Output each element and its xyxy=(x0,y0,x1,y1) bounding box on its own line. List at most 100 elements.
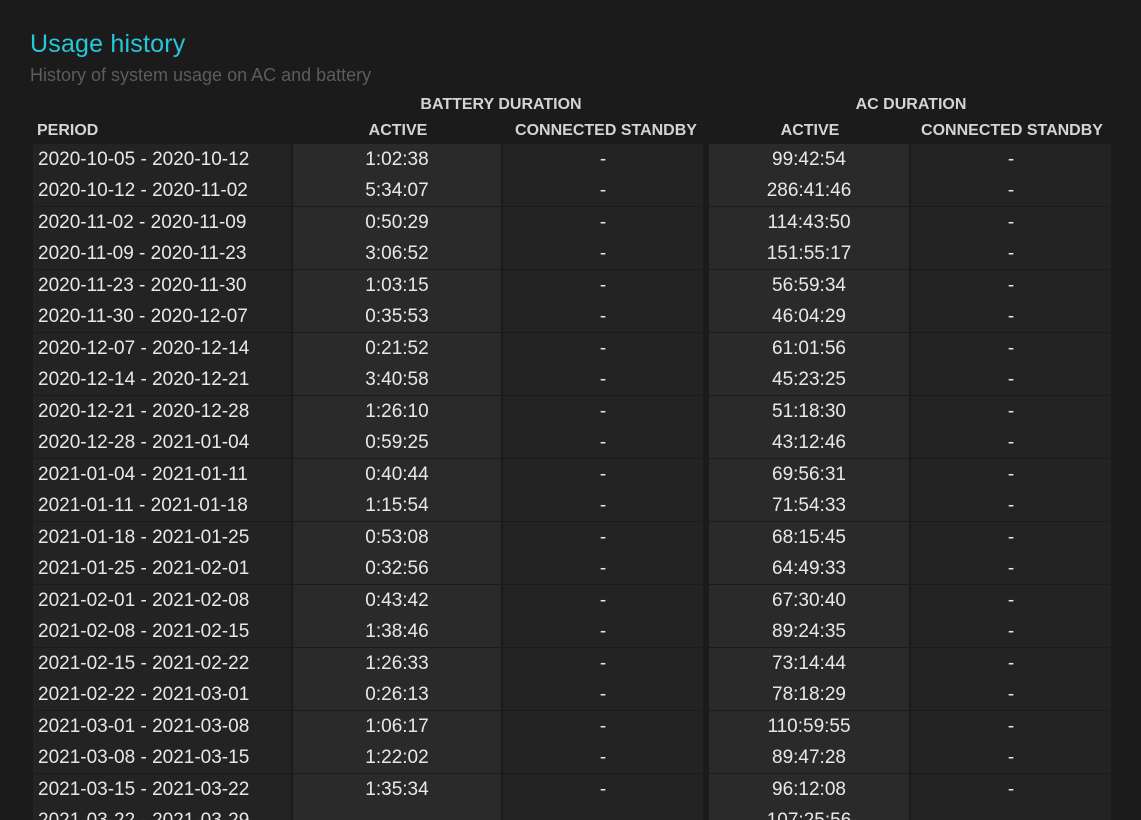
table-row: 2021-01-04 - 2021-01-11 0:40:44-69:56:31- xyxy=(33,459,1113,491)
cell-battery-active xyxy=(293,805,503,820)
column-header-battery-connected-standby: CONNECTED STANDBY xyxy=(515,122,697,139)
cell-battery-connected-standby: - xyxy=(503,679,709,711)
cell-battery-active: 0:50:29 xyxy=(293,207,503,239)
cell-period: 2021-02-15 - 2021-02-22 xyxy=(33,648,293,680)
cell-battery-active: 1:26:33 xyxy=(293,648,503,680)
cell-ac-connected-standby: - xyxy=(911,144,1113,176)
cell-ac-connected-standby: - xyxy=(911,270,1113,302)
table-row: 2021-02-15 - 2021-02-22 1:26:33-73:14:44- xyxy=(33,648,1113,680)
table-row: 2020-10-05 - 2020-10-12 1:02:38-99:42:54- xyxy=(33,144,1113,176)
cell-period: 2020-10-12 - 2020-11-02 xyxy=(33,175,293,207)
cell-ac-connected-standby: - xyxy=(911,742,1113,774)
cell-ac-connected-standby: - xyxy=(911,774,1113,806)
column-header-period: PERIOD xyxy=(37,122,99,139)
cell-ac-active: 71:54:33 xyxy=(709,490,911,522)
table-row: 2020-11-30 - 2020-12-07 0:35:53-46:04:29- xyxy=(33,301,1113,333)
cell-period: 2020-11-30 - 2020-12-07 xyxy=(33,301,293,333)
cell-battery-active: 1:02:38 xyxy=(293,144,503,176)
cell-battery-connected-standby: - xyxy=(503,427,709,459)
cell-ac-connected-standby: - xyxy=(911,679,1113,711)
cell-ac-connected-standby: - xyxy=(911,427,1113,459)
cell-period: 2021-02-08 - 2021-02-15 xyxy=(33,616,293,648)
cell-battery-connected-standby: - xyxy=(503,742,709,774)
cell-battery-connected-standby: - xyxy=(503,774,709,806)
table-row: 2020-12-21 - 2020-12-28 1:26:10-51:18:30- xyxy=(33,396,1113,428)
cell-ac-active: 68:15:45 xyxy=(709,522,911,554)
cell-ac-connected-standby: - xyxy=(911,364,1113,396)
cell-period: 2021-03-08 - 2021-03-15 xyxy=(33,742,293,774)
cell-ac-connected-standby: - xyxy=(911,333,1113,365)
cell-ac-active: 78:18:29 xyxy=(709,679,911,711)
cell-battery-connected-standby: - xyxy=(503,270,709,302)
cell-period: 2021-02-01 - 2021-02-08 xyxy=(33,585,293,617)
table-row: 2021-03-22 - 2021-03-29 107:25:56 xyxy=(33,805,1113,820)
cell-battery-active: 3:40:58 xyxy=(293,364,503,396)
cell-ac-connected-standby: - xyxy=(911,207,1113,239)
table-row: 2020-12-14 - 2020-12-21 3:40:58-45:23:25- xyxy=(33,364,1113,396)
cell-battery-connected-standby: - xyxy=(503,175,709,207)
cell-ac-active: 51:18:30 xyxy=(709,396,911,428)
cell-ac-connected-standby: - xyxy=(911,648,1113,680)
cell-ac-active: 56:59:34 xyxy=(709,270,911,302)
cell-period: 2021-01-18 - 2021-01-25 xyxy=(33,522,293,554)
cell-period: 2021-01-25 - 2021-02-01 xyxy=(33,553,293,585)
cell-battery-connected-standby: - xyxy=(503,459,709,491)
cell-battery-connected-standby xyxy=(503,805,709,820)
cell-period: 2020-11-02 - 2020-11-09 xyxy=(33,207,293,239)
table-row: 2020-12-28 - 2021-01-04 0:59:25-43:12:46- xyxy=(33,427,1113,459)
cell-ac-active: 99:42:54 xyxy=(709,144,911,176)
cell-ac-connected-standby: - xyxy=(911,396,1113,428)
group-header-empty xyxy=(33,92,293,118)
cell-battery-active: 3:06:52 xyxy=(293,238,503,270)
cell-ac-active: 43:12:46 xyxy=(709,427,911,459)
cell-period: 2020-10-05 - 2020-10-12 xyxy=(33,144,293,176)
cell-battery-active: 0:43:42 xyxy=(293,585,503,617)
cell-ac-connected-standby: - xyxy=(911,616,1113,648)
cell-period: 2021-01-04 - 2021-01-11 xyxy=(33,459,293,491)
cell-battery-active: 1:15:54 xyxy=(293,490,503,522)
table-row: 2021-01-25 - 2021-02-01 0:32:56-64:49:33- xyxy=(33,553,1113,585)
table-row: 2021-02-01 - 2021-02-08 0:43:42-67:30:40- xyxy=(33,585,1113,617)
cell-period: 2021-03-22 - 2021-03-29 xyxy=(33,805,293,820)
cell-battery-connected-standby: - xyxy=(503,648,709,680)
cell-battery-connected-standby: - xyxy=(503,207,709,239)
table-row: 2021-03-01 - 2021-03-08 1:06:17-110:59:55… xyxy=(33,711,1113,743)
cell-ac-active: 64:49:33 xyxy=(709,553,911,585)
table-row: 2021-02-22 - 2021-03-01 0:26:13-78:18:29- xyxy=(33,679,1113,711)
cell-battery-connected-standby: - xyxy=(503,490,709,522)
cell-battery-connected-standby: - xyxy=(503,238,709,270)
cell-ac-connected-standby: - xyxy=(911,238,1113,270)
cell-ac-active: 110:59:55 xyxy=(709,711,911,743)
cell-battery-active: 1:06:17 xyxy=(293,711,503,743)
cell-battery-connected-standby: - xyxy=(503,364,709,396)
table-row: 2021-02-08 - 2021-02-15 1:38:46-89:24:35- xyxy=(33,616,1113,648)
cell-battery-active: 5:34:07 xyxy=(293,175,503,207)
cell-battery-connected-standby: - xyxy=(503,711,709,743)
cell-period: 2021-03-15 - 2021-03-22 xyxy=(33,774,293,806)
cell-battery-active: 0:40:44 xyxy=(293,459,503,491)
table-row: 2020-11-02 - 2020-11-09 0:50:29-114:43:50… xyxy=(33,207,1113,239)
group-header-battery-duration: BATTERY DURATION xyxy=(420,96,582,113)
cell-battery-connected-standby: - xyxy=(503,333,709,365)
cell-battery-active: 0:35:53 xyxy=(293,301,503,333)
cell-ac-connected-standby: - xyxy=(911,522,1113,554)
cell-ac-active: 286:41:46 xyxy=(709,175,911,207)
table-row: 2020-11-09 - 2020-11-23 3:06:52-151:55:17… xyxy=(33,238,1113,270)
cell-ac-connected-standby xyxy=(911,805,1113,820)
cell-battery-connected-standby: - xyxy=(503,585,709,617)
cell-ac-connected-standby: - xyxy=(911,711,1113,743)
column-header-battery-active: ACTIVE xyxy=(368,122,428,139)
cell-battery-active: 0:21:52 xyxy=(293,333,503,365)
cell-ac-connected-standby: - xyxy=(911,175,1113,207)
cell-period: 2021-03-01 - 2021-03-08 xyxy=(33,711,293,743)
cell-battery-active: 1:03:15 xyxy=(293,270,503,302)
table-row: 2020-10-12 - 2020-11-02 5:34:07-286:41:46… xyxy=(33,175,1113,207)
table-row: 2021-03-15 - 2021-03-22 1:35:34-96:12:08- xyxy=(33,774,1113,806)
cell-ac-connected-standby: - xyxy=(911,490,1113,522)
cell-period: 2020-12-28 - 2021-01-04 xyxy=(33,427,293,459)
section-title: Usage history xyxy=(30,30,186,58)
cell-battery-active: 1:38:46 xyxy=(293,616,503,648)
cell-period: 2020-11-23 - 2020-11-30 xyxy=(33,270,293,302)
table-row: 2020-11-23 - 2020-11-30 1:03:15-56:59:34- xyxy=(33,270,1113,302)
cell-ac-active: 45:23:25 xyxy=(709,364,911,396)
